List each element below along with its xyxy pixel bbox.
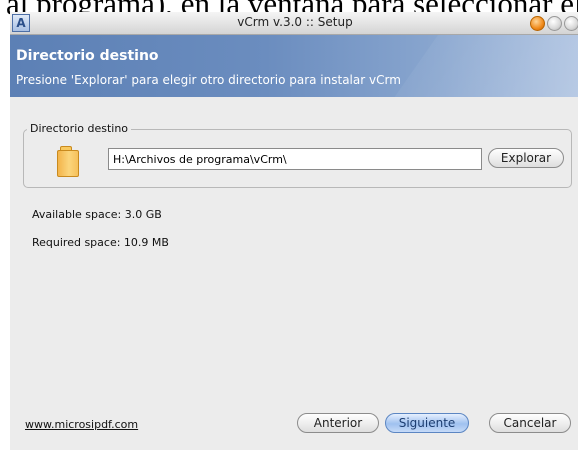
directory-path-input[interactable]	[108, 148, 482, 170]
title-bar[interactable]: A vCrm v.3.0 :: Setup	[10, 12, 578, 35]
close-window-button[interactable]	[530, 16, 545, 31]
folder-icon	[57, 146, 79, 177]
window-title: vCrm v.3.0 :: Setup	[237, 15, 353, 29]
cancel-button[interactable]: Cancelar	[489, 413, 571, 433]
setup-window: A vCrm v.3.0 :: Setup Directorio destino…	[10, 12, 578, 450]
required-space-text: Required space: 10.9 MB	[32, 236, 169, 249]
back-button[interactable]: Anterior	[297, 413, 379, 433]
header-decoration	[353, 35, 578, 97]
folder-icon-body	[57, 150, 79, 177]
directory-group-legend: Directorio destino	[27, 122, 132, 135]
available-space-text: Available space: 3.0 GB	[32, 208, 162, 221]
minimize-window-button[interactable]	[547, 16, 562, 31]
header-subtitle: Presione 'Explorar' para elegir otro dir…	[16, 73, 401, 87]
header-title: Directorio destino	[16, 48, 159, 64]
explore-button[interactable]: Explorar	[488, 148, 564, 168]
maximize-window-button[interactable]	[564, 16, 578, 31]
header-band: Directorio destino Presione 'Explorar' p…	[10, 35, 578, 97]
next-button[interactable]: Siguiente	[385, 413, 469, 433]
website-link[interactable]: www.microsipdf.com	[25, 418, 138, 431]
